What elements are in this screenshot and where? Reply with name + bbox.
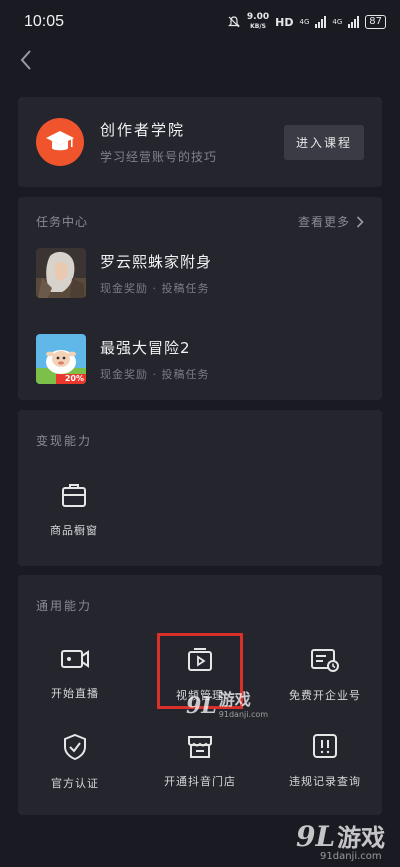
violation-alert-icon [313,734,337,758]
speed-unit: KB/S [250,23,266,30]
chevron-right-icon [356,215,364,228]
hd-indicator: HD [275,15,294,29]
mute-bell-icon [227,16,240,28]
enterprise-badge-icon [311,649,339,672]
enter-course-button[interactable]: 进入课程 [283,124,364,160]
store-icon [188,736,212,758]
task-subtitle: 现金奖励 · 投稿任务 [100,367,210,381]
task-subtitle: 现金奖励 · 投稿任务 [100,281,210,295]
task-title: 罗云熙蛛家附身 [100,252,213,271]
watermark-text: 游戏 [337,824,386,852]
academy-subtitle: 学习经营账号的技巧 [100,150,218,164]
monetization-ability-card: 变现能力 商品橱窗 [18,410,382,566]
watermark-logo: 9L [296,820,336,853]
watermark-url: 91danji.com [218,710,269,719]
view-more-link[interactable]: 查看更多 [298,213,364,230]
feature-label: 开通抖音门店 [164,775,236,788]
watermark: 9L 游戏 91danji.com [186,686,268,719]
back-button[interactable] [14,46,38,74]
section-title: 通用能力 [36,599,93,613]
chevron-left-icon [20,50,31,70]
feature-label: 开始直播 [51,687,99,700]
shopping-bag-icon [62,484,86,507]
signal-icon [315,16,327,28]
feature-product-showcase[interactable]: 商品橱窗 [19,482,129,538]
discount-badge: 20% [64,374,84,383]
task-title: 最强大冒险2 [100,338,191,357]
network-type-2: 4G [332,18,343,26]
feature-open-store[interactable]: 开通抖音门店 [145,733,255,789]
feature-label: 违规记录查询 [289,775,361,788]
live-camera-icon [61,650,89,668]
feature-official-verification[interactable]: 官方认证 [20,733,130,791]
task-center-title: 任务中心 [36,215,89,229]
network-speed: 9.00 KB/S [247,13,269,31]
feature-violation-records[interactable]: 违规记录查询 [270,733,380,789]
feature-label: 官方认证 [51,777,99,790]
view-more-label: 查看更多 [297,215,350,229]
feature-label: 商品橱窗 [50,524,98,537]
section-title: 变现能力 [36,434,93,448]
task-item[interactable]: 罗云熙蛛家附身 现金奖励 · 投稿任务 [36,248,212,298]
task-thumbnail: 20% [36,334,86,384]
graduation-cap-icon [36,118,84,166]
task-center-card: 任务中心 查看更多 罗云熙蛛家附身 现金奖励 · 投稿任务 20% 最强大冒险2… [18,197,382,400]
battery-indicator: 87 [365,15,386,29]
status-icons: 9.00 KB/S HD 4G 4G 87 [227,13,386,31]
watermark-corner: 9L 游戏 91danji.com [296,818,385,862]
watermark-logo: 9L [186,693,217,719]
task-thumbnail [36,248,86,298]
task-item[interactable]: 20% 最强大冒险2 现金奖励 · 投稿任务 [36,334,210,384]
speed-value: 9.00 [246,12,270,22]
creator-academy-card[interactable]: 创作者学院 学习经营账号的技巧 进入课程 [18,97,382,187]
feature-start-live[interactable]: 开始直播 [20,647,130,701]
signal-icon-2 [348,16,360,28]
shield-check-icon [64,733,86,761]
status-bar: 10:05 9.00 KB/S HD 4G 4G 87 [0,0,400,44]
academy-title: 创作者学院 [100,121,186,139]
watermark-text: 游戏 [218,690,251,709]
status-time: 10:05 [24,13,65,30]
feature-label: 免费开企业号 [289,689,361,702]
network-type-1: 4G [299,18,310,26]
watermark-url: 91danji.com [320,851,382,862]
feature-free-enterprise[interactable]: 免费开企业号 [270,647,380,703]
